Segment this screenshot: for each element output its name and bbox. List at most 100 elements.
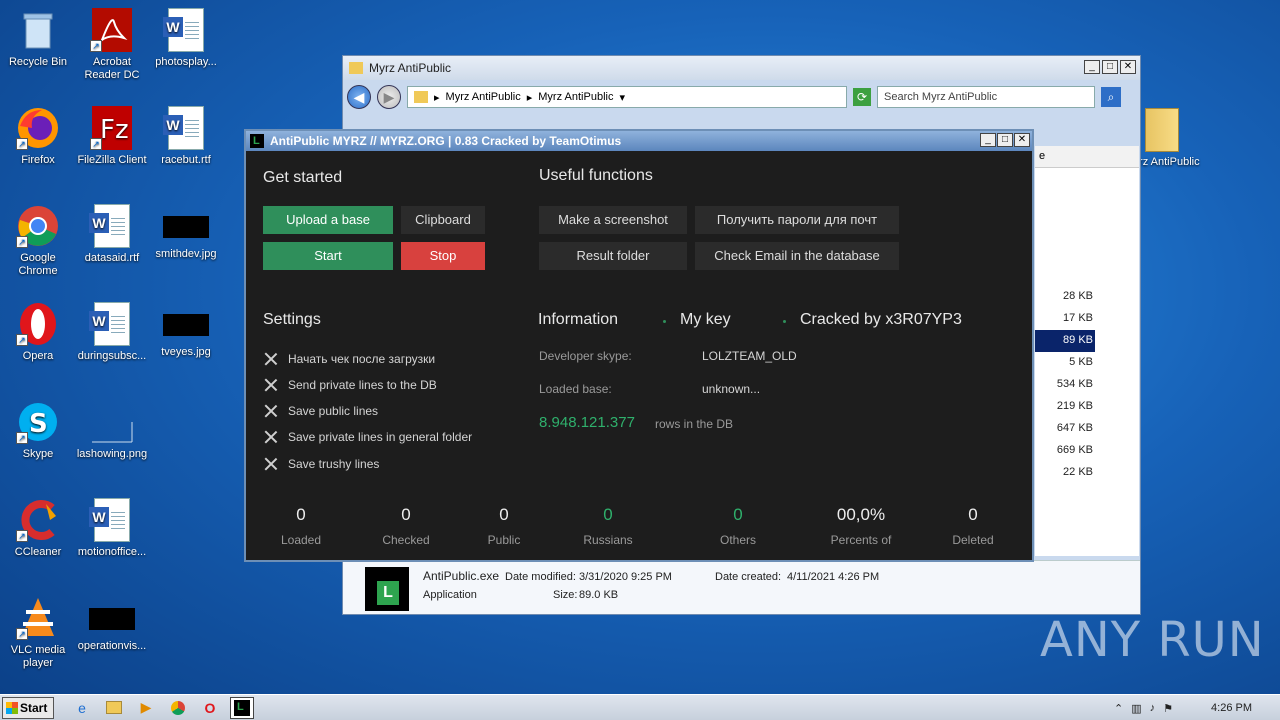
upload-base-button[interactable]: Upload a base [263,206,393,234]
file-size-cell[interactable]: 534 KB [1035,374,1139,396]
settings-heading: Settings [263,311,321,328]
system-tray: ⌃ ▥ ♪ ⚑ 4:26 PM [1114,695,1280,720]
word-doc-icon [89,204,134,248]
chevron-down-icon[interactable]: ▾ [619,91,625,104]
result-folder-button[interactable]: Result folder [539,242,687,270]
search-icon[interactable]: ⌕ [1101,87,1121,107]
desktop-icon-filezilla[interactable]: Fz ↗ FileZilla Client [74,106,150,167]
desktop-icon-duringsubsc[interactable]: duringsubsc... [74,302,150,363]
close-icon [264,430,278,444]
my-key-link[interactable]: My key [680,311,731,329]
filezilla-icon: Fz ↗ [90,106,134,150]
setting-save-public[interactable]: Save public lines [264,404,378,418]
forward-icon[interactable]: ▶ [377,85,401,109]
file-type: Application [423,589,477,601]
word-doc-icon [163,106,208,150]
back-icon[interactable]: ◀ [347,85,371,109]
address-box[interactable]: ▸ Myrz AntiPublic ▸ Myrz AntiPublic ▾ [407,86,847,108]
rows-count: 8.948.121.377 [539,414,635,431]
desktop-icon-datasaid[interactable]: datasaid.rtf [74,204,150,265]
antipublic-titlebar[interactable]: AntiPublic MYRZ // MYRZ.ORG | 0.83 Crack… [246,131,1032,151]
image-thumbnail [163,314,209,336]
file-size-cell[interactable]: 28 KB [1035,286,1139,308]
desktop-icon-recycle-bin[interactable]: Recycle Bin [0,8,76,69]
file-size-cell[interactable]: 5 KB [1035,352,1139,374]
maximize-button[interactable]: □ [1102,60,1118,74]
media-player-icon[interactable]: ▶ [134,697,158,719]
file-size-cell[interactable]: 22 KB [1035,462,1139,484]
setting-send-private[interactable]: Send private lines to the DB [264,378,437,392]
refresh-icon[interactable]: ⟳ [853,88,871,106]
file-size-cell[interactable]: 669 KB [1035,440,1139,462]
stat-value: 0 [603,505,613,524]
clock[interactable]: 4:26 PM [1211,702,1252,714]
desktop-icon-smithdev[interactable]: smithdev.jpg [148,204,224,261]
ie-icon[interactable]: e [70,697,94,719]
chrome-taskbar-icon[interactable] [166,697,190,719]
chevron-up-icon[interactable]: ⌃ [1114,702,1123,715]
minimize-button[interactable]: _ [1084,60,1100,74]
volume-icon[interactable]: ♪ [1150,702,1156,714]
desktop-icon-operationvis[interactable]: operationvis... [74,596,150,653]
file-size-cell[interactable]: 219 KB [1035,396,1139,418]
desktop-icon-motionoffice[interactable]: motionoffice... [74,498,150,559]
get-passwords-button[interactable]: Получить пароли для почт [695,206,899,234]
start-button[interactable]: Start [263,242,393,270]
useful-functions-heading: Useful functions [539,167,653,184]
file-size-cell[interactable]: 17 KB [1035,308,1139,330]
desktop-icon-firefox[interactable]: ↗ Firefox [0,106,76,167]
desktop-icon-vlc[interactable]: ↗ VLC media player [0,596,76,670]
desktop-icon-lashowing[interactable]: lashowing.png [74,400,150,461]
stat-caption: Deleted [952,533,994,547]
close-button[interactable]: ✕ [1120,60,1136,74]
setting-label: Save public lines [288,404,379,418]
start-button[interactable]: Start [2,696,54,719]
breadcrumb-item[interactable]: Myrz AntiPublic [446,91,521,103]
stat-loaded: 0 Loaded [251,505,351,547]
opera-icon: ↗ [16,302,60,346]
desktop-icon-racebut[interactable]: racebut.rtf [148,106,224,167]
network-icon[interactable]: ▥ [1131,702,1141,715]
file-size-value: 89.0 KB [579,589,619,601]
column-header-size[interactable]: e [1035,146,1139,168]
maximize-button[interactable]: □ [997,133,1013,147]
minimize-button[interactable]: _ [980,133,996,147]
screenshot-button[interactable]: Make a screenshot [539,206,687,234]
desktop-icon-skype[interactable]: S ↗ Skype [0,400,76,461]
desktop-icon-photosplay[interactable]: photosplay... [148,8,224,69]
taskbar: Start e ▶ O ⌃ ▥ ♪ ⚑ 4:26 PM [0,694,1280,720]
file-size-cell[interactable]: 647 KB [1035,418,1139,440]
search-input[interactable]: Search Myrz AntiPublic [877,86,1095,108]
breadcrumb-item[interactable]: Myrz AntiPublic [538,91,613,103]
setting-save-trushy[interactable]: Save trushy lines [264,457,379,471]
app-file-icon: L [365,567,409,611]
address-bar-row: ◀ ▶ ▸ Myrz AntiPublic ▸ Myrz AntiPublic … [347,83,1137,111]
stop-button[interactable]: Stop [401,242,485,270]
date-created-value: 4/11/2021 4:26 PM [787,571,880,583]
desktop-icon-acrobat[interactable]: ↗ Acrobat Reader DC [74,8,150,82]
stat-public: 0 Public [454,505,554,547]
vlc-icon: ↗ [16,596,60,640]
explorer-titlebar[interactable]: Myrz AntiPublic [343,56,1140,80]
file-size-cell-selected[interactable]: 89 KB [1035,330,1095,352]
desktop-icon-chrome[interactable]: ↗ Google Chrome [0,204,76,278]
desktop-icon-tveyes[interactable]: tveyes.jpg [148,302,224,359]
stat-value: 0 [401,505,411,524]
antipublic-window: AntiPublic MYRZ // MYRZ.ORG | 0.83 Crack… [244,129,1034,562]
file-size-label: Size: [553,589,578,601]
desktop-icon-ccleaner[interactable]: ↗ CCleaner [0,498,76,559]
close-button[interactable]: ✕ [1014,133,1030,147]
antipublic-taskbar-icon[interactable] [230,696,254,719]
setting-save-private-general[interactable]: Save private lines in general folder [264,430,472,444]
folder-icon [414,91,428,103]
check-email-button[interactable]: Check Email in the database [695,242,899,270]
stat-value: 0 [968,505,978,524]
desktop-icon-opera[interactable]: ↗ Opera [0,302,76,363]
setting-start-after-load[interactable]: Начать чек после загрузки [264,352,435,366]
setting-label: Send private lines to the DB [288,378,437,392]
explorer-folder-icon[interactable] [102,697,126,719]
opera-taskbar-icon[interactable]: O [198,697,222,719]
clipboard-button[interactable]: Clipboard [401,206,485,234]
flag-icon[interactable]: ⚑ [1163,702,1173,715]
skype-icon: S ↗ [16,400,60,444]
